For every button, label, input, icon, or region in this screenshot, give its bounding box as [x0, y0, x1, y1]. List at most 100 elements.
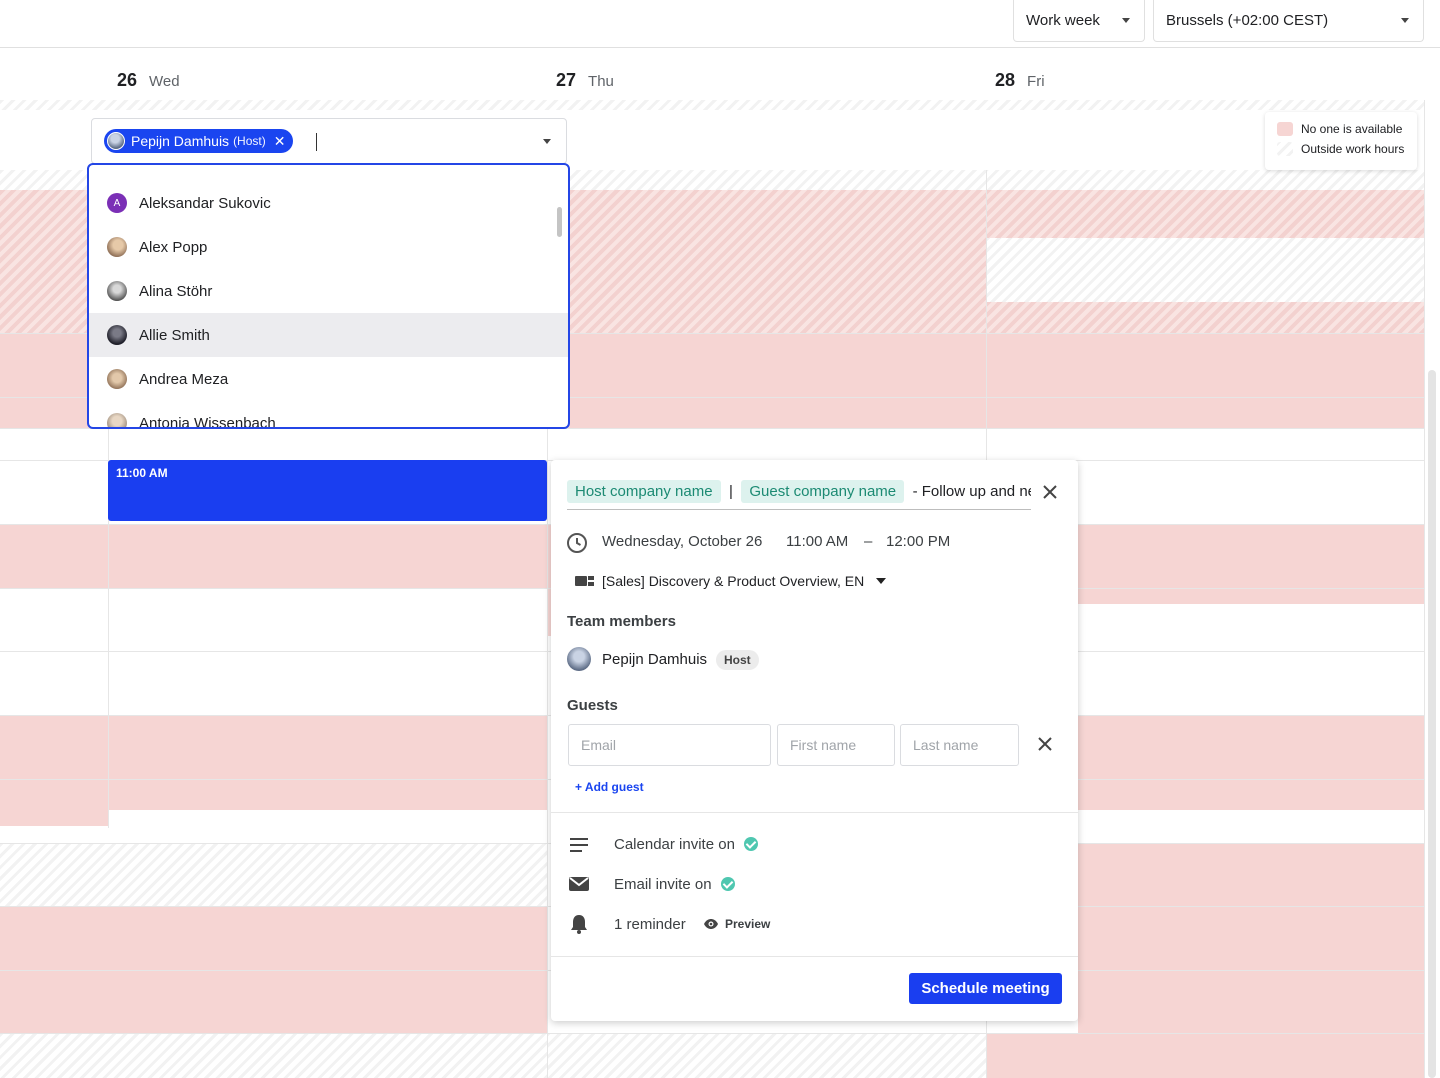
attendee-option-name: Alex Popp [139, 238, 208, 256]
guests-heading: Guests [567, 697, 618, 714]
day-name: Fri [1027, 73, 1045, 90]
check-icon [744, 837, 758, 851]
grid-unavailable [1078, 843, 1424, 1033]
attendee-option[interactable]: Alex Popp [89, 225, 568, 269]
chevron-down-icon [1122, 18, 1130, 23]
title-text: - Follow up and next [912, 483, 1031, 500]
day-header-thu[interactable]: 27 Thu [556, 70, 614, 91]
avatar: A [107, 193, 127, 213]
mail-icon [569, 877, 589, 891]
view-select[interactable]: Work week [1013, 0, 1145, 42]
attendee-option[interactable]: A Aleksandar Sukovic [89, 181, 568, 225]
email-invite-label[interactable]: Email invite on [614, 876, 712, 893]
timezone-select[interactable]: Brussels (+02:00 CEST) [1153, 0, 1424, 42]
meeting-type-value: [Sales] Discovery & Product Overview, EN [602, 573, 865, 589]
calendar-event[interactable]: 11:00 AM [108, 460, 547, 521]
meeting-end-time[interactable]: 12:00 PM [886, 533, 950, 550]
meeting-date[interactable]: Wednesday, October 26 [602, 533, 762, 550]
meeting-title-field[interactable]: Host company name | Guest company name -… [567, 480, 1031, 510]
grid-unavailable [0, 715, 547, 810]
title-separator: | [729, 483, 733, 500]
grid-outside-hours [986, 238, 1424, 302]
attendee-picker[interactable]: Pepijn Damhuis (Host) ✕ [91, 118, 567, 164]
eye-icon [704, 919, 718, 929]
schedule-meeting-button[interactable]: Schedule meeting [909, 973, 1062, 1004]
grid-outside-hours [547, 1033, 986, 1078]
meeting-type-icon [575, 576, 594, 586]
grid-unavailable [1078, 715, 1424, 810]
avatar [107, 237, 127, 257]
day-header-wed[interactable]: 26 Wed [117, 70, 180, 91]
attendee-option-name: Alina Stöhr [139, 282, 213, 300]
chevron-down-icon [1401, 18, 1409, 23]
attendee-option[interactable]: Alina Stöhr [89, 269, 568, 313]
grid-unavailable [986, 302, 1424, 333]
guest-email-input[interactable] [568, 724, 771, 766]
grid-line [1424, 100, 1425, 1078]
legend-swatch-unavailable [1277, 122, 1293, 136]
day-number: 27 [556, 70, 577, 90]
avatar [567, 647, 591, 671]
attendee-option-name: Andrea Meza [139, 370, 229, 388]
grid-unavailable [986, 333, 1424, 428]
grid-unavailable [547, 190, 986, 333]
avatar [107, 132, 125, 150]
text-cursor [316, 133, 317, 151]
description-icon [570, 838, 588, 852]
grid-unavailable [1078, 524, 1424, 604]
grid-unavailable [0, 810, 108, 826]
avatar [107, 413, 127, 427]
grid-hatch-top [0, 100, 1424, 110]
dropdown-scrollbar[interactable] [557, 207, 562, 237]
meeting-type-select[interactable]: [Sales] Discovery & Product Overview, EN [602, 573, 887, 589]
day-header-fri[interactable]: 28 Fri [995, 70, 1045, 91]
attendee-chip-role: (Host) [233, 134, 266, 148]
avatar [107, 281, 127, 301]
remove-guest-icon[interactable] [1038, 737, 1052, 751]
avatar [107, 369, 127, 389]
attendee-option[interactable]: Andrea Meza [89, 357, 568, 401]
view-select-value: Work week [1026, 12, 1100, 29]
availability-legend: No one is available Outside work hours [1265, 112, 1417, 170]
day-name: Wed [149, 73, 180, 90]
time-dash: – [864, 533, 873, 550]
grid-unavailable [547, 333, 986, 428]
legend-item-outside-hours: Outside work hours [1277, 142, 1404, 156]
attendee-chip[interactable]: Pepijn Damhuis (Host) ✕ [104, 129, 294, 153]
legend-swatch-outside-hours [1277, 142, 1293, 156]
grid-line [0, 1033, 1424, 1034]
attendee-option-highlighted[interactable]: Allie Smith [89, 313, 568, 357]
top-bar: Work week Brussels (+02:00 CEST) [0, 0, 1440, 48]
guest-last-name-input[interactable] [900, 724, 1019, 766]
reminder-label[interactable]: 1 reminder [614, 916, 686, 933]
grid-unavailable [0, 524, 547, 588]
clock-icon [567, 533, 587, 553]
divider [551, 812, 1078, 813]
remove-chip-icon[interactable]: ✕ [274, 133, 286, 150]
day-number: 26 [117, 70, 138, 90]
grid-outside-hours [0, 843, 547, 906]
close-icon[interactable] [1042, 484, 1058, 500]
legend-label: Outside work hours [1301, 142, 1405, 156]
calendar-invite-label[interactable]: Calendar invite on [614, 836, 735, 853]
attendee-options-list[interactable]: A Aleksandar Sukovic Alex Popp Alina Stö… [87, 163, 570, 429]
team-members-heading: Team members [567, 613, 676, 630]
chevron-down-icon[interactable] [543, 139, 551, 144]
host-company-tag[interactable]: Host company name [567, 480, 721, 503]
team-member-name: Pepijn Damhuis [602, 651, 708, 668]
add-guest-link[interactable]: + Add guest [575, 780, 644, 794]
grid-unavailable [986, 1033, 1424, 1078]
avatar [107, 325, 127, 345]
guest-company-tag[interactable]: Guest company name [741, 480, 905, 503]
page-scrollbar[interactable] [1428, 370, 1436, 1078]
meeting-start-time[interactable]: 11:00 AM [786, 533, 848, 550]
timezone-select-value: Brussels (+02:00 CEST) [1166, 12, 1329, 29]
legend-label: No one is available [1301, 122, 1403, 136]
host-badge: Host [716, 650, 759, 670]
preview-link[interactable]: Preview [703, 917, 770, 931]
attendee-option[interactable]: Antonia Wissenbach [89, 401, 568, 427]
grid-unavailable [986, 190, 1424, 238]
preview-label: Preview [725, 917, 771, 931]
guest-first-name-input[interactable] [777, 724, 895, 766]
attendee-option-name: Allie Smith [139, 326, 210, 344]
